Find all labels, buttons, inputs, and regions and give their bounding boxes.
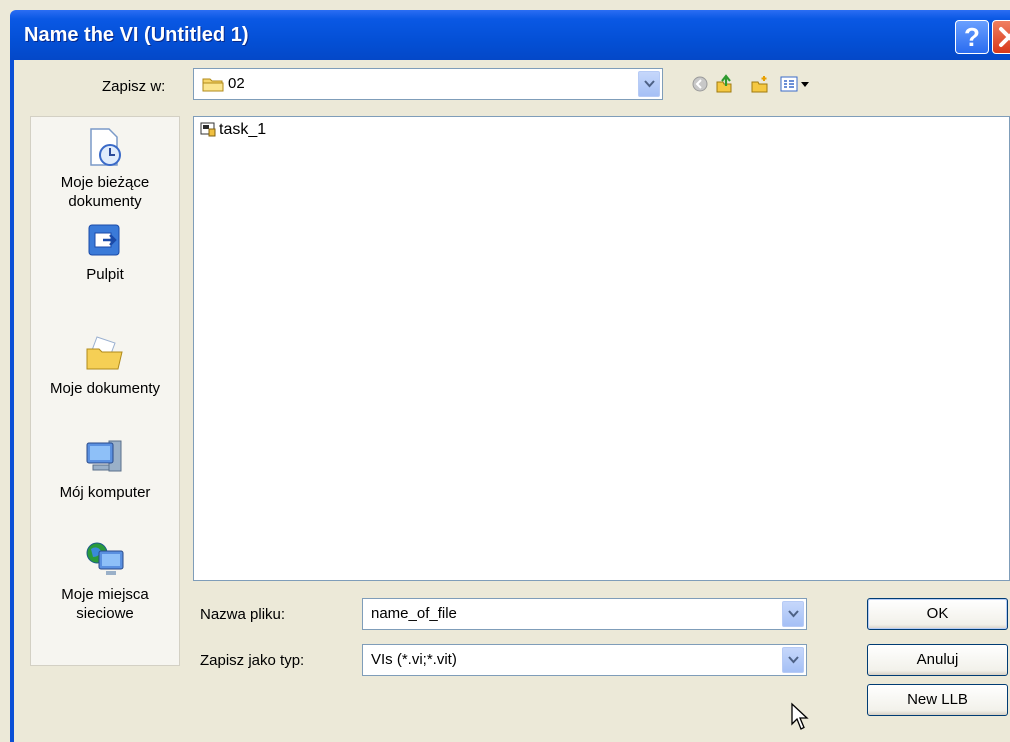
- recent-documents-icon: [90, 128, 121, 166]
- file-type-dropdown-button[interactable]: [782, 647, 804, 673]
- vi-file-icon: [200, 122, 216, 137]
- mouse-cursor-icon: [791, 702, 809, 730]
- places-bar: Moje bieżące dokumenty Pulpit Moje dokum…: [30, 116, 180, 666]
- file-type-value: VIs (*.vi;*.vit): [371, 651, 457, 668]
- chevron-down-icon: [788, 610, 799, 618]
- cancel-button[interactable]: Anuluj: [867, 644, 1008, 676]
- window-title: Name the VI (Untitled 1): [24, 24, 249, 46]
- chevron-down-icon: [644, 80, 655, 88]
- place-label-line2: sieciowe: [76, 605, 134, 622]
- desktop-icon: [88, 224, 120, 256]
- up-folder-icon[interactable]: [714, 74, 734, 94]
- place-desktop[interactable]: Pulpit: [31, 221, 179, 284]
- file-name: task_1: [219, 121, 267, 138]
- place-label-line1: Moje miejsca: [61, 586, 149, 603]
- save-in-combo[interactable]: 02: [193, 68, 663, 100]
- save-in-label: Zapisz w:: [102, 78, 166, 95]
- folder-icon: [202, 78, 224, 92]
- place-my-computer[interactable]: Mój komputer: [31, 435, 179, 502]
- title-bar[interactable]: Name the VI (Untitled 1) ?: [10, 10, 1010, 60]
- network-places-icon: [86, 542, 124, 575]
- place-recent-documents[interactable]: Moje bieżące dokumenty: [31, 125, 179, 211]
- save-in-dropdown-button[interactable]: [638, 71, 660, 97]
- close-icon: [999, 27, 1010, 47]
- file-name-value: name_of_file: [371, 605, 457, 622]
- new-folder-icon[interactable]: [750, 74, 770, 94]
- place-my-documents[interactable]: Moje dokumenty: [31, 331, 179, 398]
- place-label-line1: Pulpit: [86, 266, 124, 283]
- place-label-line1: Mój komputer: [59, 484, 151, 501]
- place-label-line2: dokumenty: [68, 193, 142, 210]
- back-icon[interactable]: [690, 74, 710, 94]
- my-documents-icon: [86, 336, 123, 370]
- file-name-input[interactable]: name_of_file: [362, 598, 807, 630]
- file-type-label: Zapisz jako typ:: [200, 652, 305, 669]
- file-name-label: Nazwa pliku:: [200, 606, 286, 623]
- help-button[interactable]: ?: [955, 20, 989, 54]
- chevron-down-icon: [788, 656, 799, 664]
- place-label-line1: Moje bieżące: [60, 174, 150, 191]
- save-in-value: 02: [228, 75, 245, 92]
- save-dialog: Name the VI (Untitled 1) ? Zapisz w: 02: [0, 0, 1010, 742]
- view-menu-icon[interactable]: [780, 74, 812, 94]
- ok-button[interactable]: OK: [867, 598, 1008, 630]
- my-computer-icon: [86, 440, 122, 472]
- new-llb-button[interactable]: New LLB: [867, 684, 1008, 716]
- file-type-select[interactable]: VIs (*.vi;*.vit): [362, 644, 807, 676]
- place-label-line1: Moje dokumenty: [49, 380, 161, 397]
- file-name-dropdown-button[interactable]: [782, 601, 804, 627]
- file-list[interactable]: task_1: [193, 116, 1010, 581]
- list-item[interactable]: task_1: [200, 121, 266, 139]
- place-network[interactable]: Moje miejsca sieciowe: [31, 537, 179, 623]
- close-button[interactable]: [992, 20, 1010, 54]
- window-border: [10, 60, 14, 742]
